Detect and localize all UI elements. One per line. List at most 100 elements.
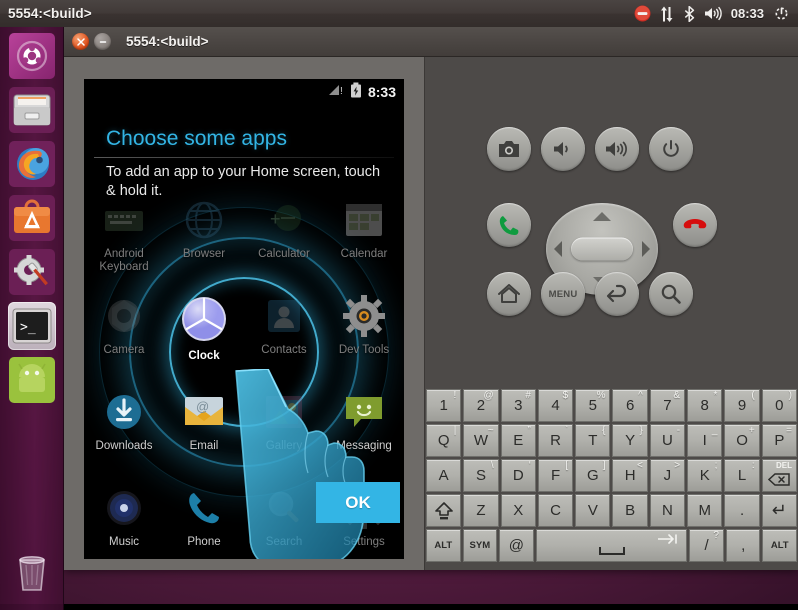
key-d[interactable]: ‘D <box>500 459 536 492</box>
search-button[interactable] <box>649 272 693 316</box>
app-cell-phone[interactable]: Phone <box>164 485 244 559</box>
sidebar-item-ubuntu-dash[interactable] <box>8 32 56 80</box>
sidebar-item-trash[interactable] <box>8 548 56 596</box>
back-button[interactable] <box>595 272 639 316</box>
key-q[interactable]: | Q <box>426 424 462 457</box>
volume-up-button[interactable] <box>595 127 639 171</box>
minimize-icon[interactable] <box>94 33 111 50</box>
key-c[interactable]: C <box>537 494 574 527</box>
app-cell-clock[interactable]: Clock <box>164 293 244 377</box>
key-w[interactable]: ~ W <box>463 424 499 457</box>
key-alt-right[interactable]: ALT <box>762 529 797 562</box>
key-f[interactable]: [F <box>537 459 574 492</box>
key-g[interactable]: ] G <box>575 459 611 492</box>
key-enter[interactable]: ↵ <box>761 494 797 527</box>
key-s[interactable]: \ S <box>463 459 499 492</box>
app-cell-calendar[interactable]: Calendar <box>324 197 404 281</box>
key-e[interactable]: ” E <box>500 424 536 457</box>
app-cell-downloads[interactable]: Downloads <box>84 389 164 473</box>
key-label: , <box>741 537 746 554</box>
key-v[interactable]: V <box>575 494 611 527</box>
call-button[interactable] <box>487 203 531 247</box>
key-9[interactable]: (9 <box>724 389 760 422</box>
app-cell-contacts[interactable]: Contacts <box>244 293 324 377</box>
sidebar-item-terminal[interactable]: >_ <box>7 302 56 350</box>
key-i[interactable]: _ I <box>687 424 723 457</box>
key-8[interactable]: * 8 <box>687 389 723 422</box>
app-cell-gallery[interactable]: Gallery <box>244 389 324 473</box>
key-b[interactable]: B <box>612 494 648 527</box>
android-screen[interactable]: ! 8:33 Choose some apps To add an app to… <box>84 79 404 559</box>
hangup-button[interactable] <box>673 203 717 247</box>
key-o[interactable]: + O <box>724 424 760 457</box>
key-x[interactable]: X <box>500 494 536 527</box>
sidebar-item-files[interactable] <box>8 86 56 134</box>
key-5[interactable]: % 5 <box>575 389 611 422</box>
key-j[interactable]: > J <box>649 459 686 492</box>
key-sym[interactable]: SYM <box>462 529 498 562</box>
do-not-disturb-icon[interactable] <box>634 5 651 22</box>
app-cell-calculator[interactable]: + Calculator <box>244 197 324 281</box>
key-t[interactable]: {T <box>575 424 611 457</box>
key-space[interactable] <box>535 529 688 562</box>
app-cell-email[interactable]: @ Email <box>164 389 244 473</box>
key-4[interactable]: $4 <box>537 389 574 422</box>
key-alt-left[interactable]: ALT <box>426 529 461 562</box>
key-comma[interactable]: , <box>725 529 761 562</box>
dpad-up-icon[interactable] <box>593 212 611 221</box>
key-n[interactable]: N <box>649 494 686 527</box>
app-cell-search[interactable]: Search <box>244 485 324 559</box>
volume-icon[interactable] <box>704 6 722 21</box>
system-tray: 08:33 <box>634 5 798 22</box>
key-k[interactable]: ; K <box>687 459 723 492</box>
sidebar-item-android-emulator[interactable] <box>8 356 56 404</box>
key-3[interactable]: #3 <box>500 389 536 422</box>
key-1[interactable]: ! 1 <box>426 389 462 422</box>
key-y[interactable]: } Y <box>612 424 648 457</box>
ok-button[interactable]: OK <box>316 482 400 523</box>
key-backspace[interactable]: DEL <box>761 459 797 492</box>
dpad-right-icon[interactable] <box>642 241 650 257</box>
app-cell-dev-tools[interactable]: Dev Tools <box>324 293 404 377</box>
app-cell-messaging[interactable]: Messaging <box>324 389 404 473</box>
key-period[interactable]: . <box>724 494 760 527</box>
key-slash[interactable]: ? / <box>689 529 724 562</box>
key-z[interactable]: Z <box>463 494 499 527</box>
key-h[interactable]: < H <box>612 459 648 492</box>
key-p[interactable]: = P <box>761 424 797 457</box>
sidebar-item-system-settings[interactable] <box>8 248 56 296</box>
app-cell-music[interactable]: Music <box>84 485 164 559</box>
key-m[interactable]: M <box>687 494 723 527</box>
hardware-button-pad: MENU <box>487 127 717 317</box>
panel-clock[interactable]: 08:33 <box>731 6 764 21</box>
dpad-center-button[interactable] <box>571 237 633 261</box>
key-r[interactable]: ` R <box>537 424 574 457</box>
volume-down-button[interactable] <box>541 127 585 171</box>
key-shift[interactable] <box>426 494 462 527</box>
app-cell-camera[interactable]: Camera <box>84 293 164 377</box>
key-l[interactable]: :L <box>724 459 760 492</box>
sidebar-item-firefox[interactable] <box>8 140 56 188</box>
clock-icon <box>178 293 230 345</box>
home-button[interactable] <box>487 272 531 316</box>
screenshot-button[interactable] <box>487 127 531 171</box>
sidebar-item-software-center[interactable] <box>8 194 56 242</box>
svg-text:@: @ <box>196 399 209 414</box>
key-a[interactable]: A <box>426 459 462 492</box>
power-button[interactable] <box>649 127 693 171</box>
session-power-icon[interactable] <box>773 5 790 22</box>
app-cell-android-keyboard[interactable]: Android Keyboard <box>84 197 164 281</box>
menu-button[interactable]: MENU <box>541 272 585 316</box>
key-0[interactable]: ) 0 <box>761 389 797 422</box>
key-7[interactable]: & 7 <box>649 389 686 422</box>
key-2[interactable]: @2 <box>463 389 499 422</box>
close-icon[interactable] <box>72 33 89 50</box>
dpad-left-icon[interactable] <box>554 241 562 257</box>
key-u[interactable]: -U <box>649 424 686 457</box>
key-6[interactable]: ^ 6 <box>612 389 648 422</box>
app-cell-browser[interactable]: Browser <box>164 197 244 281</box>
network-updown-icon[interactable] <box>660 6 675 22</box>
bluetooth-icon[interactable] <box>684 5 695 22</box>
emulator-titlebar[interactable]: 5554:<build> <box>64 27 798 57</box>
key-at[interactable]: @ <box>499 529 534 562</box>
